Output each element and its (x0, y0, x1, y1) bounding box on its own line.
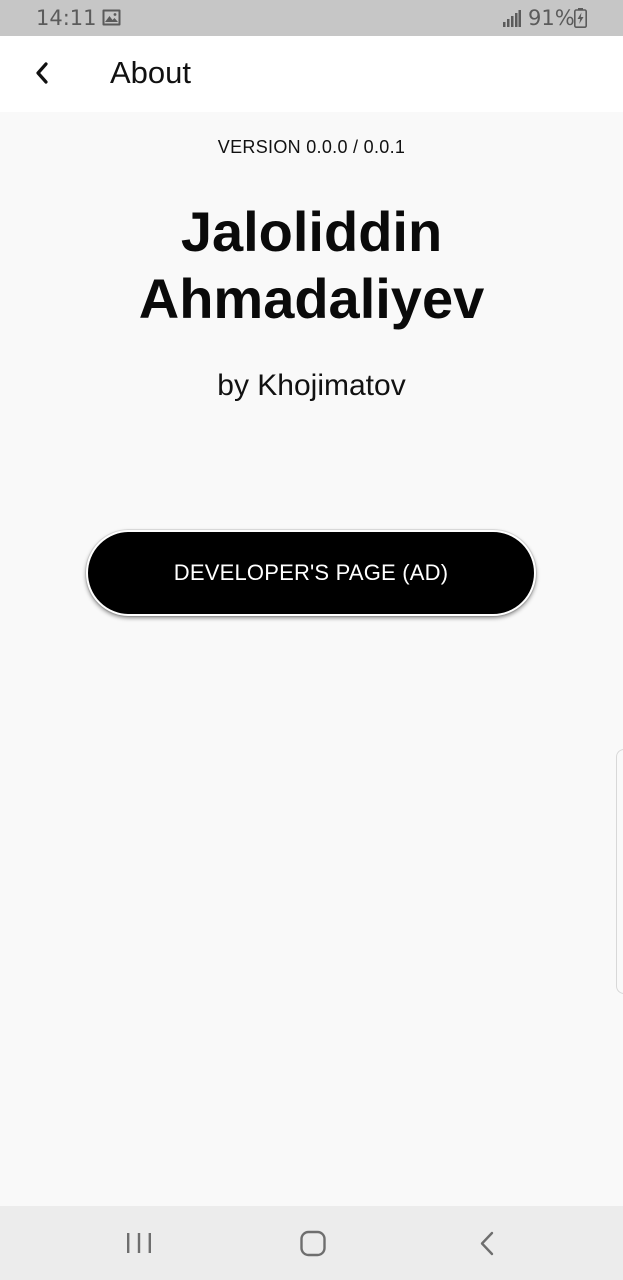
recents-icon (118, 1229, 160, 1259)
system-nav-bar (0, 1206, 623, 1280)
app-bar: About (0, 36, 623, 112)
status-time: 14:11 (36, 6, 97, 30)
signal-icon (503, 10, 521, 27)
edge-panel-handle[interactable] (616, 749, 623, 994)
back-button[interactable] (22, 53, 62, 93)
about-content: VERSION 0.0.0 / 0.0.1 Jaloliddin Ahmadal… (0, 112, 623, 1206)
home-icon (292, 1227, 334, 1261)
status-bar: 14:11 91% (0, 0, 623, 36)
back-icon (468, 1227, 508, 1261)
image-notification-icon (102, 9, 121, 26)
version-label: VERSION 0.0.0 / 0.0.1 (217, 137, 406, 157)
battery-percentage: 91% (528, 6, 575, 30)
recents-button[interactable] (118, 1229, 160, 1259)
chevron-left-icon (34, 61, 50, 85)
author-label: by Khojimatov (217, 369, 406, 402)
app-name: Jaloliddin Ahmadaliyev (138, 200, 485, 330)
developer-page-button-label: DEVELOPER'S PAGE (AD) (173, 560, 449, 585)
home-button[interactable] (292, 1227, 334, 1261)
system-back-button[interactable] (468, 1227, 508, 1261)
battery-charging-icon (574, 8, 587, 28)
page-title: About (110, 55, 192, 90)
developer-page-button[interactable]: DEVELOPER'S PAGE (AD) (86, 530, 536, 616)
